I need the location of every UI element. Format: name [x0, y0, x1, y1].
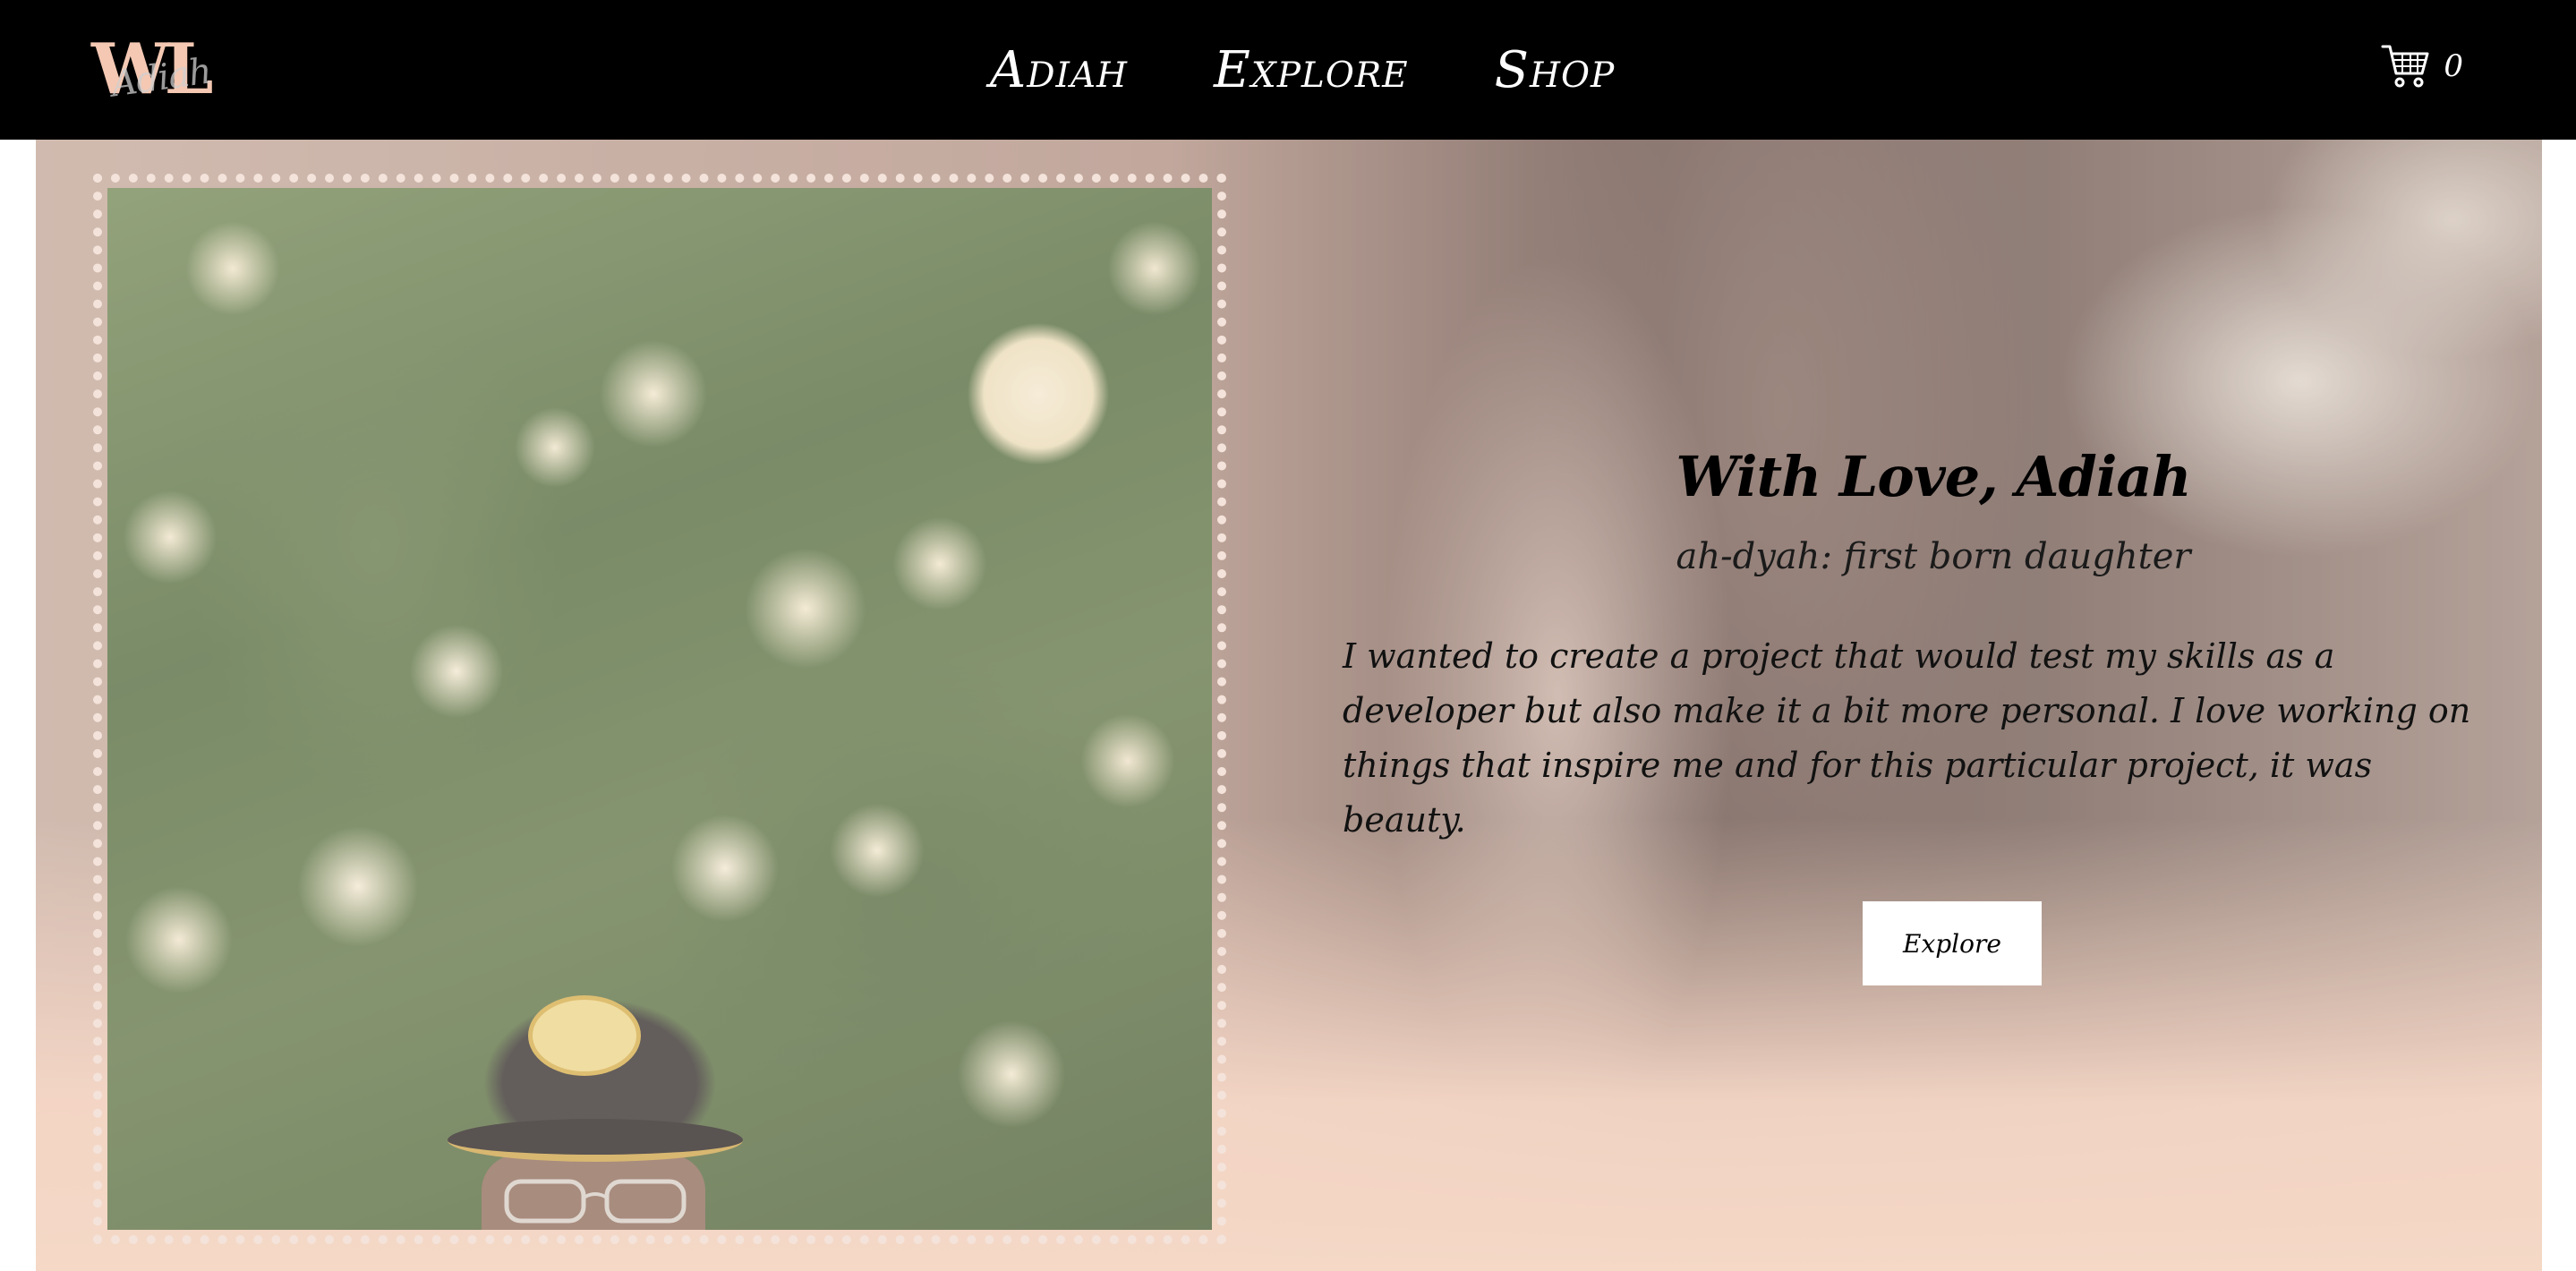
main-nav: Adiah Explore Shop	[0, 0, 2576, 140]
nav-link-explore[interactable]: Explore	[1214, 41, 1409, 99]
hero-photo	[107, 188, 1212, 1230]
hero-section: With Love, Adiah ah-dyah: first born dau…	[36, 140, 2542, 1271]
cart-button[interactable]: 0	[2381, 43, 2463, 90]
photo-frame	[93, 174, 1226, 1244]
explore-button[interactable]: Explore	[1863, 901, 2042, 985]
hero-title: With Love, Adiah	[1676, 444, 2191, 509]
photo-overlay	[107, 188, 1212, 1230]
shopping-cart-icon	[2381, 45, 2429, 88]
nav-link-adiah[interactable]: Adiah	[990, 41, 1128, 99]
hero-subtitle: ah-dyah: first born daughter	[1676, 536, 2191, 577]
cart-count: 0	[2444, 48, 2463, 84]
top-navbar: WL Adiah Adiah Explore Shop 0	[0, 0, 2576, 140]
nav-link-shop[interactable]: Shop	[1495, 41, 1616, 99]
hero-text-block: With Love, Adiah ah-dyah: first born dau…	[1343, 444, 2524, 985]
hero-description: I wanted to create a project that would …	[1343, 636, 2471, 840]
site-logo[interactable]: WL Adiah	[91, 35, 243, 106]
